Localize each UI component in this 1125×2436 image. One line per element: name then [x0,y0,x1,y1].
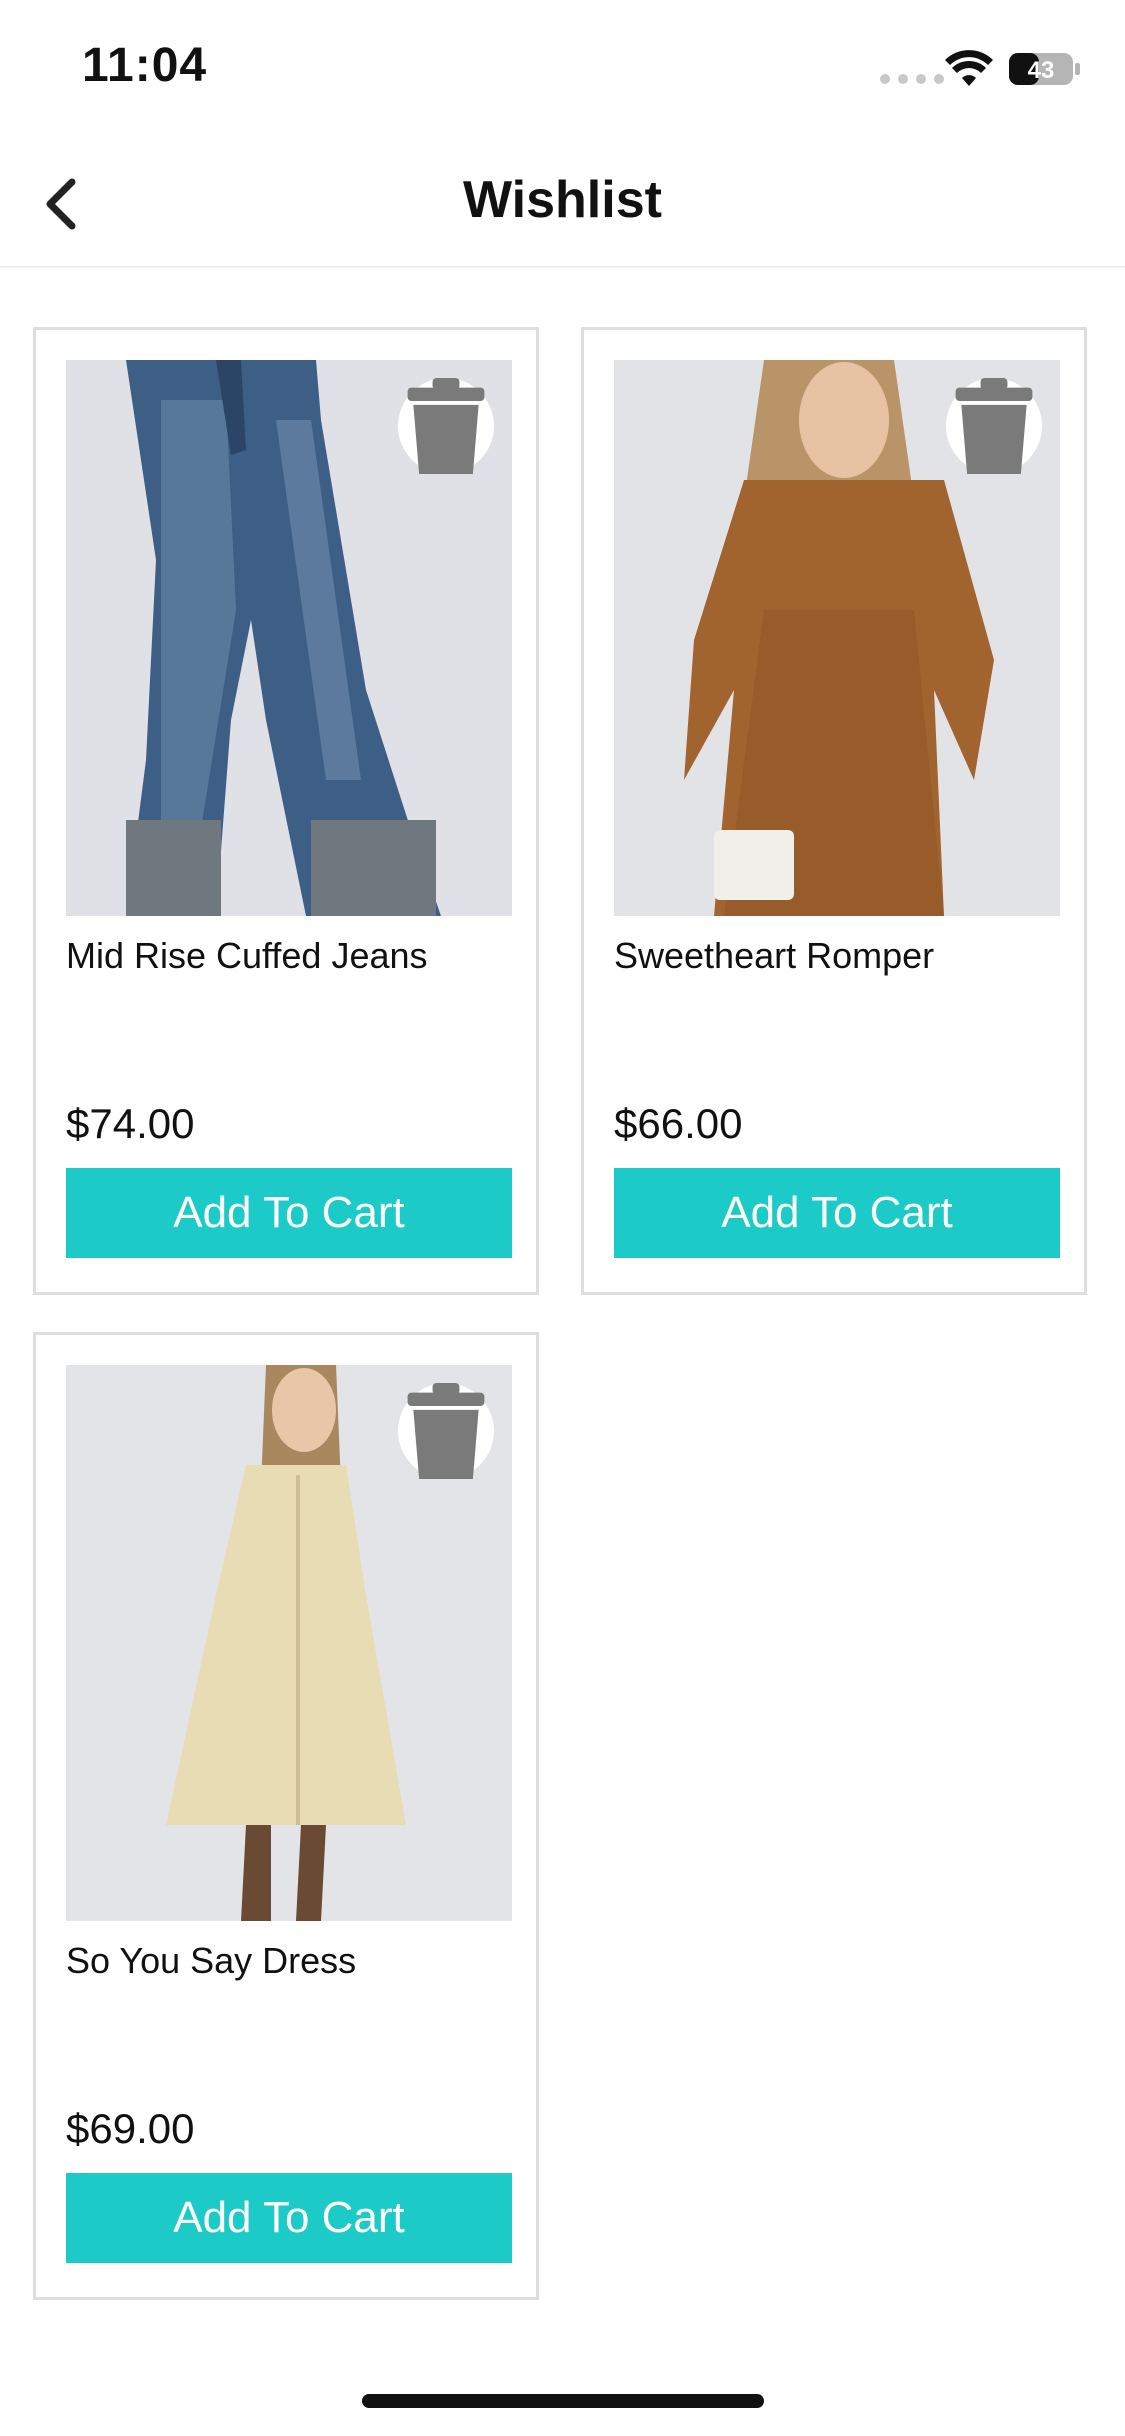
wishlist-card: Sweetheart Romper $66.00 Add To Cart [581,327,1087,1295]
wishlist-card: So You Say Dress $69.00 Add To Cart [33,1332,539,2300]
trash-icon [955,378,1033,474]
wishlist-card: Mid Rise Cuffed Jeans $74.00 Add To Cart [33,327,539,1295]
product-image[interactable] [66,1365,512,1921]
trash-icon [407,1383,485,1479]
product-image[interactable] [66,360,512,916]
add-to-cart-button[interactable]: Add To Cart [66,2173,512,2263]
add-to-cart-button[interactable]: Add To Cart [614,1168,1060,1258]
product-price: $66.00 [614,1100,743,1147]
wishlist-grid: Mid Rise Cuffed Jeans $74.00 Add To Cart [0,0,1125,2436]
delete-button[interactable] [946,378,1042,474]
trash-icon [407,378,485,474]
product-price: $69.00 [66,2105,195,2152]
product-name[interactable]: Mid Rise Cuffed Jeans [66,935,428,977]
delete-button[interactable] [398,378,494,474]
add-to-cart-button[interactable]: Add To Cart [66,1168,512,1258]
product-name[interactable]: Sweetheart Romper [614,935,934,977]
delete-button[interactable] [398,1383,494,1479]
product-image[interactable] [614,360,1060,916]
product-name[interactable]: So You Say Dress [66,1940,356,1982]
home-indicator [362,2394,764,2408]
product-price: $74.00 [66,1100,195,1147]
